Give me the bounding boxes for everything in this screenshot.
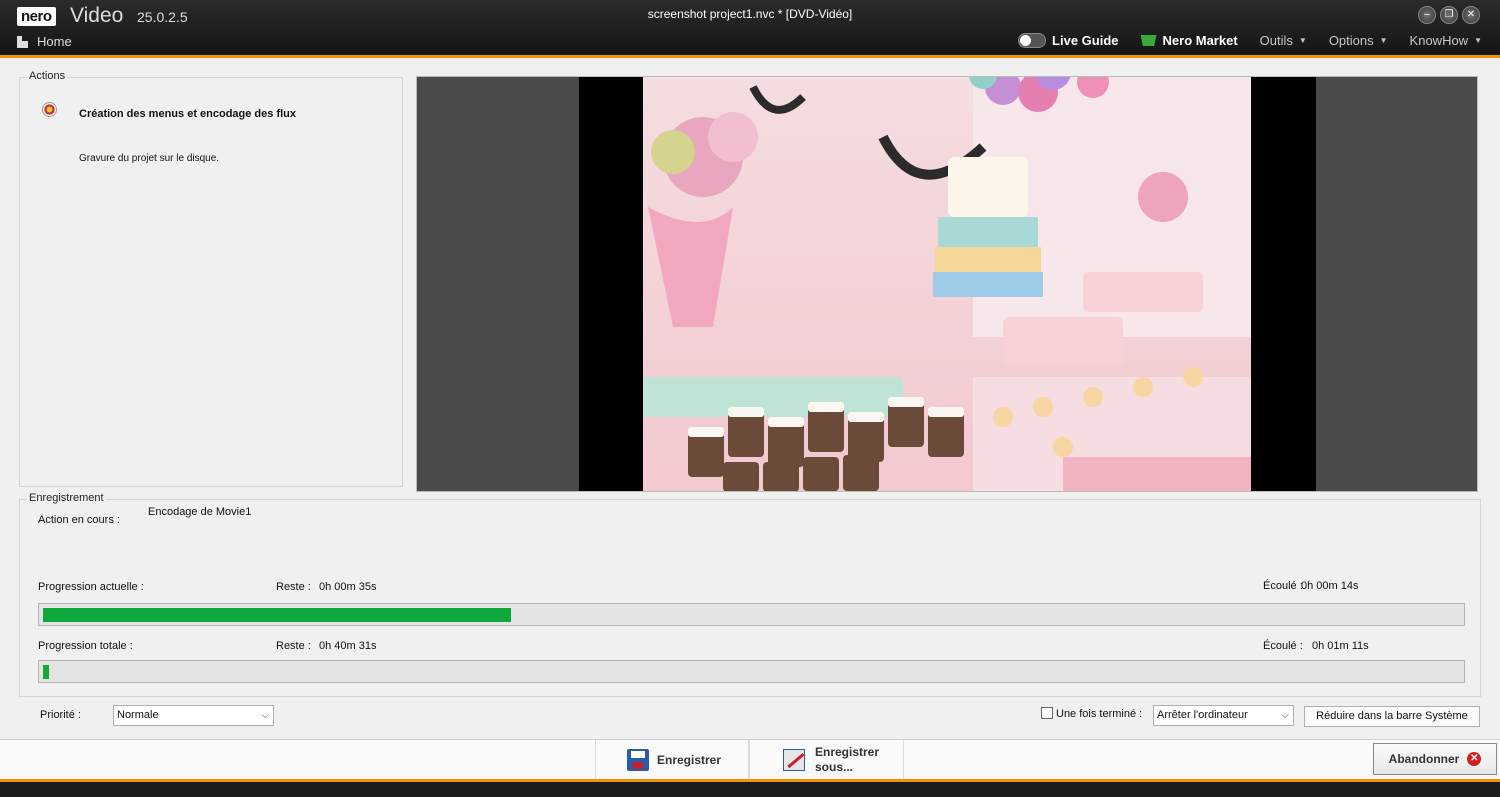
close-circle-icon: ✕ xyxy=(1467,752,1482,766)
save-button-label: Enregistrer xyxy=(657,753,722,767)
current-elapsed-label: Écoulé : xyxy=(1263,580,1303,592)
total-elapsed-value: 0h 01m 11s xyxy=(1312,640,1369,652)
priority-select[interactable]: Normale ⌵ xyxy=(113,705,274,726)
video-letterbox xyxy=(579,77,1316,491)
restore-icon[interactable]: ❐ xyxy=(1440,6,1458,24)
recording-legend: Enregistrement xyxy=(27,492,106,504)
abandon-button-label: Abandonner xyxy=(1388,752,1460,766)
window-controls: – ❐ ✕ xyxy=(1418,6,1480,24)
current-progress-bar xyxy=(38,603,1465,626)
current-remaining-value: 0h 00m 35s xyxy=(319,581,377,593)
home-label: Home xyxy=(37,34,72,49)
save-as-label-line2: sous... xyxy=(815,760,854,774)
recording-panel: Enregistrement Action en cours : Encodag… xyxy=(19,492,1481,697)
when-done-checkbox[interactable] xyxy=(1041,707,1053,719)
total-elapsed-label: Écoulé : xyxy=(1263,640,1303,652)
current-elapsed-value: 0h 00m 14s xyxy=(1301,580,1359,592)
save-as-button[interactable]: Enregistrer sous... xyxy=(749,740,904,780)
disc-burn-icon xyxy=(42,102,57,117)
total-remaining-value: 0h 40m 31s xyxy=(319,640,377,652)
action-subtitle: Gravure du projet sur le disque. xyxy=(79,153,220,164)
menu-knowhow-label: KnowHow xyxy=(1409,33,1469,48)
total-progress-bar xyxy=(38,660,1465,683)
save-as-label-line1: Enregistrer xyxy=(815,745,880,759)
bottom-strip xyxy=(0,779,1500,797)
abandon-button[interactable]: Abandonner ✕ xyxy=(1373,743,1497,775)
chevron-down-icon: ▼ xyxy=(1298,36,1307,45)
priority-select-value: Normale xyxy=(117,709,159,721)
total-remaining-label: Reste : xyxy=(276,640,311,652)
live-guide-toggle[interactable]: Live Guide xyxy=(1018,33,1119,48)
close-icon[interactable]: ✕ xyxy=(1462,6,1480,24)
chevron-down-icon: ▼ xyxy=(1379,36,1388,45)
menu-knowhow[interactable]: KnowHow ▼ xyxy=(1410,33,1482,48)
total-progress-fill xyxy=(43,665,49,679)
menu-outils[interactable]: Outils ▼ xyxy=(1260,33,1307,48)
menu-options-label: Options xyxy=(1328,33,1374,48)
minimize-icon[interactable]: – xyxy=(1418,6,1436,24)
floppy-disk-icon xyxy=(627,749,649,771)
actions-panel: Actions Création des menus et encodage d… xyxy=(19,70,403,487)
home-link[interactable]: Home xyxy=(17,34,72,49)
nero-market-link[interactable]: Nero Market xyxy=(1140,33,1238,48)
save-as-icon xyxy=(783,749,805,771)
action-title: Création des menus et encodage des flux xyxy=(79,108,297,120)
document-title: screenshot project1.nvc * [DVD-Vidéo] xyxy=(647,7,853,21)
title-bar: nero Video 25.0.2.5 screenshot project1.… xyxy=(0,0,1500,58)
chevron-down-icon: ⌵ xyxy=(1281,710,1289,721)
bottom-toolbar: Enregistrer Enregistrer sous... xyxy=(0,739,1500,780)
chevron-down-icon: ⌵ xyxy=(261,710,269,721)
action-in-progress-label: Action en cours : xyxy=(38,514,120,526)
toggle-switch-icon[interactable] xyxy=(1018,33,1047,48)
preview-frame-image xyxy=(643,77,1251,491)
chevron-down-icon: ▼ xyxy=(1474,36,1482,45)
basket-icon xyxy=(1140,35,1157,46)
live-guide-label: Live Guide xyxy=(1052,33,1119,48)
actions-legend: Actions xyxy=(27,70,68,82)
total-progress-label: Progression totale : xyxy=(38,640,133,652)
current-progress-fill xyxy=(43,608,512,622)
current-progress-label: Progression actuelle : xyxy=(38,581,144,593)
when-done-select[interactable]: Arrêter l'ordinateur ⌵ xyxy=(1153,705,1294,726)
action-in-progress-value: Encodage de Movie1 xyxy=(148,506,252,518)
video-preview xyxy=(416,76,1478,492)
nero-market-label: Nero Market xyxy=(1162,33,1238,48)
current-remaining-label: Reste : xyxy=(276,581,311,593)
priority-label: Priorité : xyxy=(40,709,81,721)
when-done-label: Une fois terminé : xyxy=(1056,708,1143,720)
when-done-select-value: Arrêter l'ordinateur xyxy=(1157,709,1248,721)
home-icon xyxy=(17,35,28,48)
save-button[interactable]: Enregistrer xyxy=(595,740,749,780)
menu-options[interactable]: Options ▼ xyxy=(1329,33,1388,48)
top-nav: Live Guide Nero Market Outils ▼ Options … xyxy=(1018,33,1482,48)
menu-outils-label: Outils xyxy=(1259,33,1293,48)
minimize-to-tray-button[interactable]: Réduire dans la barre Système xyxy=(1304,706,1480,727)
